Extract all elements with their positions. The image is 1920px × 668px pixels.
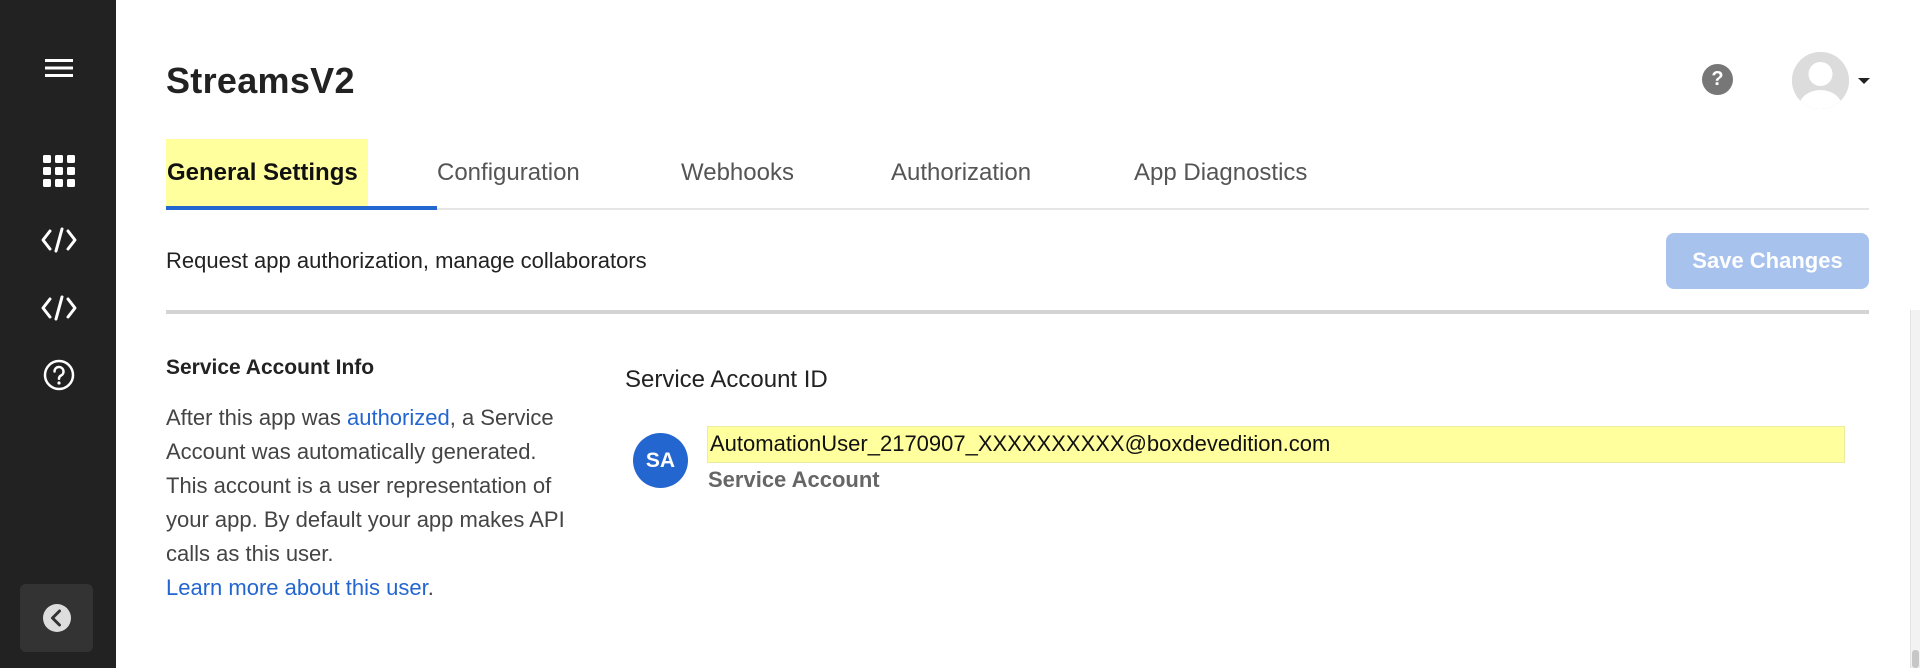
tab-webhooks[interactable]: Webhooks: [681, 138, 794, 210]
service-account-avatar: SA: [633, 433, 688, 488]
avatar[interactable]: [1792, 52, 1849, 109]
help-circle-icon[interactable]: [33, 349, 85, 401]
code-icon[interactable]: [33, 282, 85, 334]
tab-bar: General Settings Configuration Webhooks …: [166, 138, 1869, 210]
grid-apps-icon[interactable]: [33, 145, 85, 197]
question-mark-icon: ?: [1711, 68, 1724, 90]
tab-configuration[interactable]: Configuration: [437, 138, 580, 210]
tab-label: General Settings: [166, 139, 368, 207]
page-title: StreamsV2: [166, 60, 355, 101]
save-changes-button[interactable]: Save Changes: [1666, 233, 1869, 289]
code-icon[interactable]: [33, 214, 85, 266]
tab-label: Authorization: [891, 159, 1032, 186]
caret-down-icon: [1858, 78, 1870, 84]
desc-text: .: [427, 575, 434, 600]
divider: [166, 310, 1869, 314]
tab-label: Webhooks: [681, 159, 794, 186]
learn-more-link[interactable]: Learn more about this user: [166, 575, 428, 600]
user-silhouette-icon: [1792, 52, 1849, 109]
desc-text: After this app was: [166, 405, 347, 430]
tab-authorization[interactable]: Authorization: [891, 138, 1031, 210]
tab-general-settings[interactable]: General Settings: [166, 138, 368, 210]
authorized-link[interactable]: authorized: [347, 405, 450, 430]
service-account-email[interactable]: AutomationUser_2170907_XXXXXXXXXX@boxdev…: [707, 426, 1845, 463]
section-description: After this app was authorized, a Service…: [166, 401, 566, 605]
help-button[interactable]: ?: [1702, 64, 1733, 95]
hamburger-menu-icon[interactable]: [33, 42, 85, 94]
collapse-sidebar-button[interactable]: [20, 584, 93, 652]
sidebar: [0, 0, 116, 668]
section-title: Service Account Info: [166, 356, 375, 379]
service-account-type: Service Account: [708, 467, 880, 492]
scrollbar[interactable]: [1910, 310, 1920, 668]
tab-label: App Diagnostics: [1134, 159, 1308, 186]
service-account-id-label: Service Account ID: [625, 366, 828, 393]
tab-app-diagnostics[interactable]: App Diagnostics: [1134, 138, 1307, 210]
scrollbar-thumb[interactable]: [1912, 650, 1919, 668]
user-menu[interactable]: [1792, 52, 1872, 109]
tab-label: Configuration: [437, 159, 580, 186]
active-tab-indicator: [166, 206, 437, 210]
chevron-left-icon: [42, 604, 71, 632]
tab-description: Request app authorization, manage collab…: [166, 248, 647, 273]
